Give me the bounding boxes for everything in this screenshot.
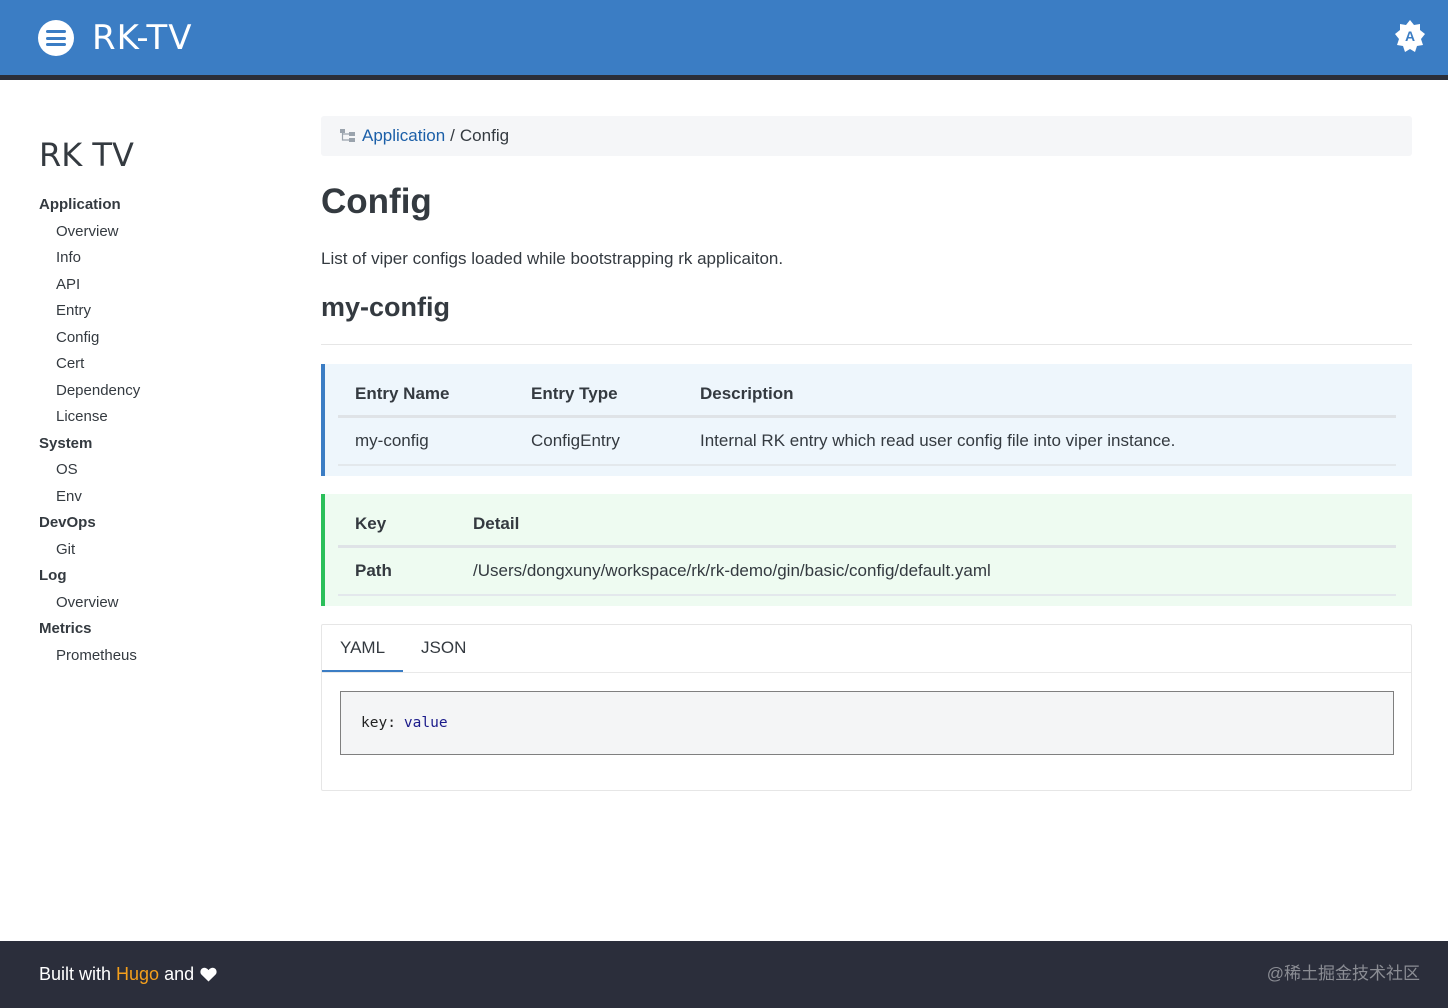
page-title: Config [321,182,432,221]
nav-item-prometheus[interactable]: Prometheus [39,643,279,670]
footer-prefix: Built with [39,964,112,984]
table-row: my-config ConfigEntry Internal RK entry … [338,416,1396,466]
footer-suffix: and [164,964,195,984]
page-description: List of viper configs loaded while boots… [321,249,784,268]
nav-item-license[interactable]: License [39,404,279,431]
brand-home-link[interactable]: RK-TV [38,18,193,58]
table-cell: ConfigEntry [514,416,683,466]
hugo-link[interactable]: Hugo [116,964,159,985]
nav-item-cert[interactable]: Cert [39,351,279,378]
tab-json[interactable]: JSON [403,625,484,672]
watermark-text: @稀土掘金技术社区 [1266,964,1420,983]
breadcrumb-application-link[interactable]: Application [362,126,445,146]
brand-title[interactable]: RK-TV [92,18,193,58]
nav-item-git[interactable]: Git [39,537,279,564]
table-cell: Internal RK entry which read user config… [683,416,1396,466]
entry-table: Entry Name Entry Type Description my-con… [338,374,1396,466]
nav-section-label[interactable]: Application [39,192,279,219]
detail-table: Key Detail Path /Users/dongxuny/workspac… [338,504,1396,596]
nav-item-overview[interactable]: Overview [39,219,279,246]
nav-item-dependency[interactable]: Dependency [39,378,279,405]
nav-section-label[interactable]: DevOps [39,510,279,537]
code-tabs: YAML JSON key: value [321,624,1412,791]
tab-yaml[interactable]: YAML [322,625,404,672]
column-header: Detail [456,504,1396,548]
breadcrumb-current: Config [459,126,510,145]
sitemap-icon [340,129,355,142]
nav-item-os[interactable]: OS [39,457,279,484]
column-header: Description [683,374,1396,418]
table-row: Path /Users/dongxuny/workspace/rk/rk-dem… [338,546,1396,596]
page-footer: Built with Hugo and @稀土掘金技术社区 [0,941,1448,1008]
heart-icon [200,967,217,982]
nav-item-config[interactable]: Config [39,325,279,352]
nav-section-log: Log Overview [39,563,279,616]
entry-info-box: Entry Name Entry Type Description my-con… [321,364,1412,476]
table-cell: my-config [338,416,514,466]
section-title: my-config [321,292,451,322]
table-cell: Path [338,546,456,596]
sidebar-title[interactable]: RK TV [39,136,279,174]
top-header: RK-TV A [0,0,1448,75]
menu-icon[interactable] [38,20,74,56]
breadcrumb-separator: / [450,126,455,145]
main-content: Application / Config Config List of vipe… [321,116,1412,791]
column-header: Entry Type [514,374,683,418]
code-value: value [403,715,448,731]
nav-section-label[interactable]: Log [39,563,279,590]
nav-item-env[interactable]: Env [39,484,279,511]
nav-section-devops: DevOps Git [39,510,279,563]
header-border [0,75,1448,80]
nav-section-label[interactable]: System [39,431,279,458]
column-header: Key [338,504,456,548]
breadcrumb: Application / Config [321,116,1412,156]
svg-text:A: A [1405,28,1415,44]
code-block: key: value [340,691,1394,755]
code-key: key: [361,715,396,731]
nav-section-label[interactable]: Metrics [39,616,279,643]
section-divider [321,344,1412,345]
column-header: Entry Name [338,374,514,418]
nav-section-application: Application Overview Info API Entry Conf… [39,192,279,431]
nav-item-api[interactable]: API [39,272,279,299]
nav-item-log-overview[interactable]: Overview [39,590,279,617]
detail-info-box: Key Detail Path /Users/dongxuny/workspac… [321,494,1412,606]
tab-bar: YAML JSON [322,625,1411,673]
nav-item-entry[interactable]: Entry [39,298,279,325]
footer-credit: Built with Hugo and [39,964,217,985]
nav-section-system: System OS Env [39,431,279,511]
table-header-row: Key Detail [338,504,1396,548]
sidebar-nav: RK TV Application Overview Info API Entr… [39,136,279,669]
table-cell: /Users/dongxuny/workspace/rk/rk-demo/gin… [456,546,1396,596]
nav-item-info[interactable]: Info [39,245,279,272]
auto-theme-icon[interactable]: A [1394,18,1426,54]
table-header-row: Entry Name Entry Type Description [338,374,1396,418]
nav-section-metrics: Metrics Prometheus [39,616,279,669]
